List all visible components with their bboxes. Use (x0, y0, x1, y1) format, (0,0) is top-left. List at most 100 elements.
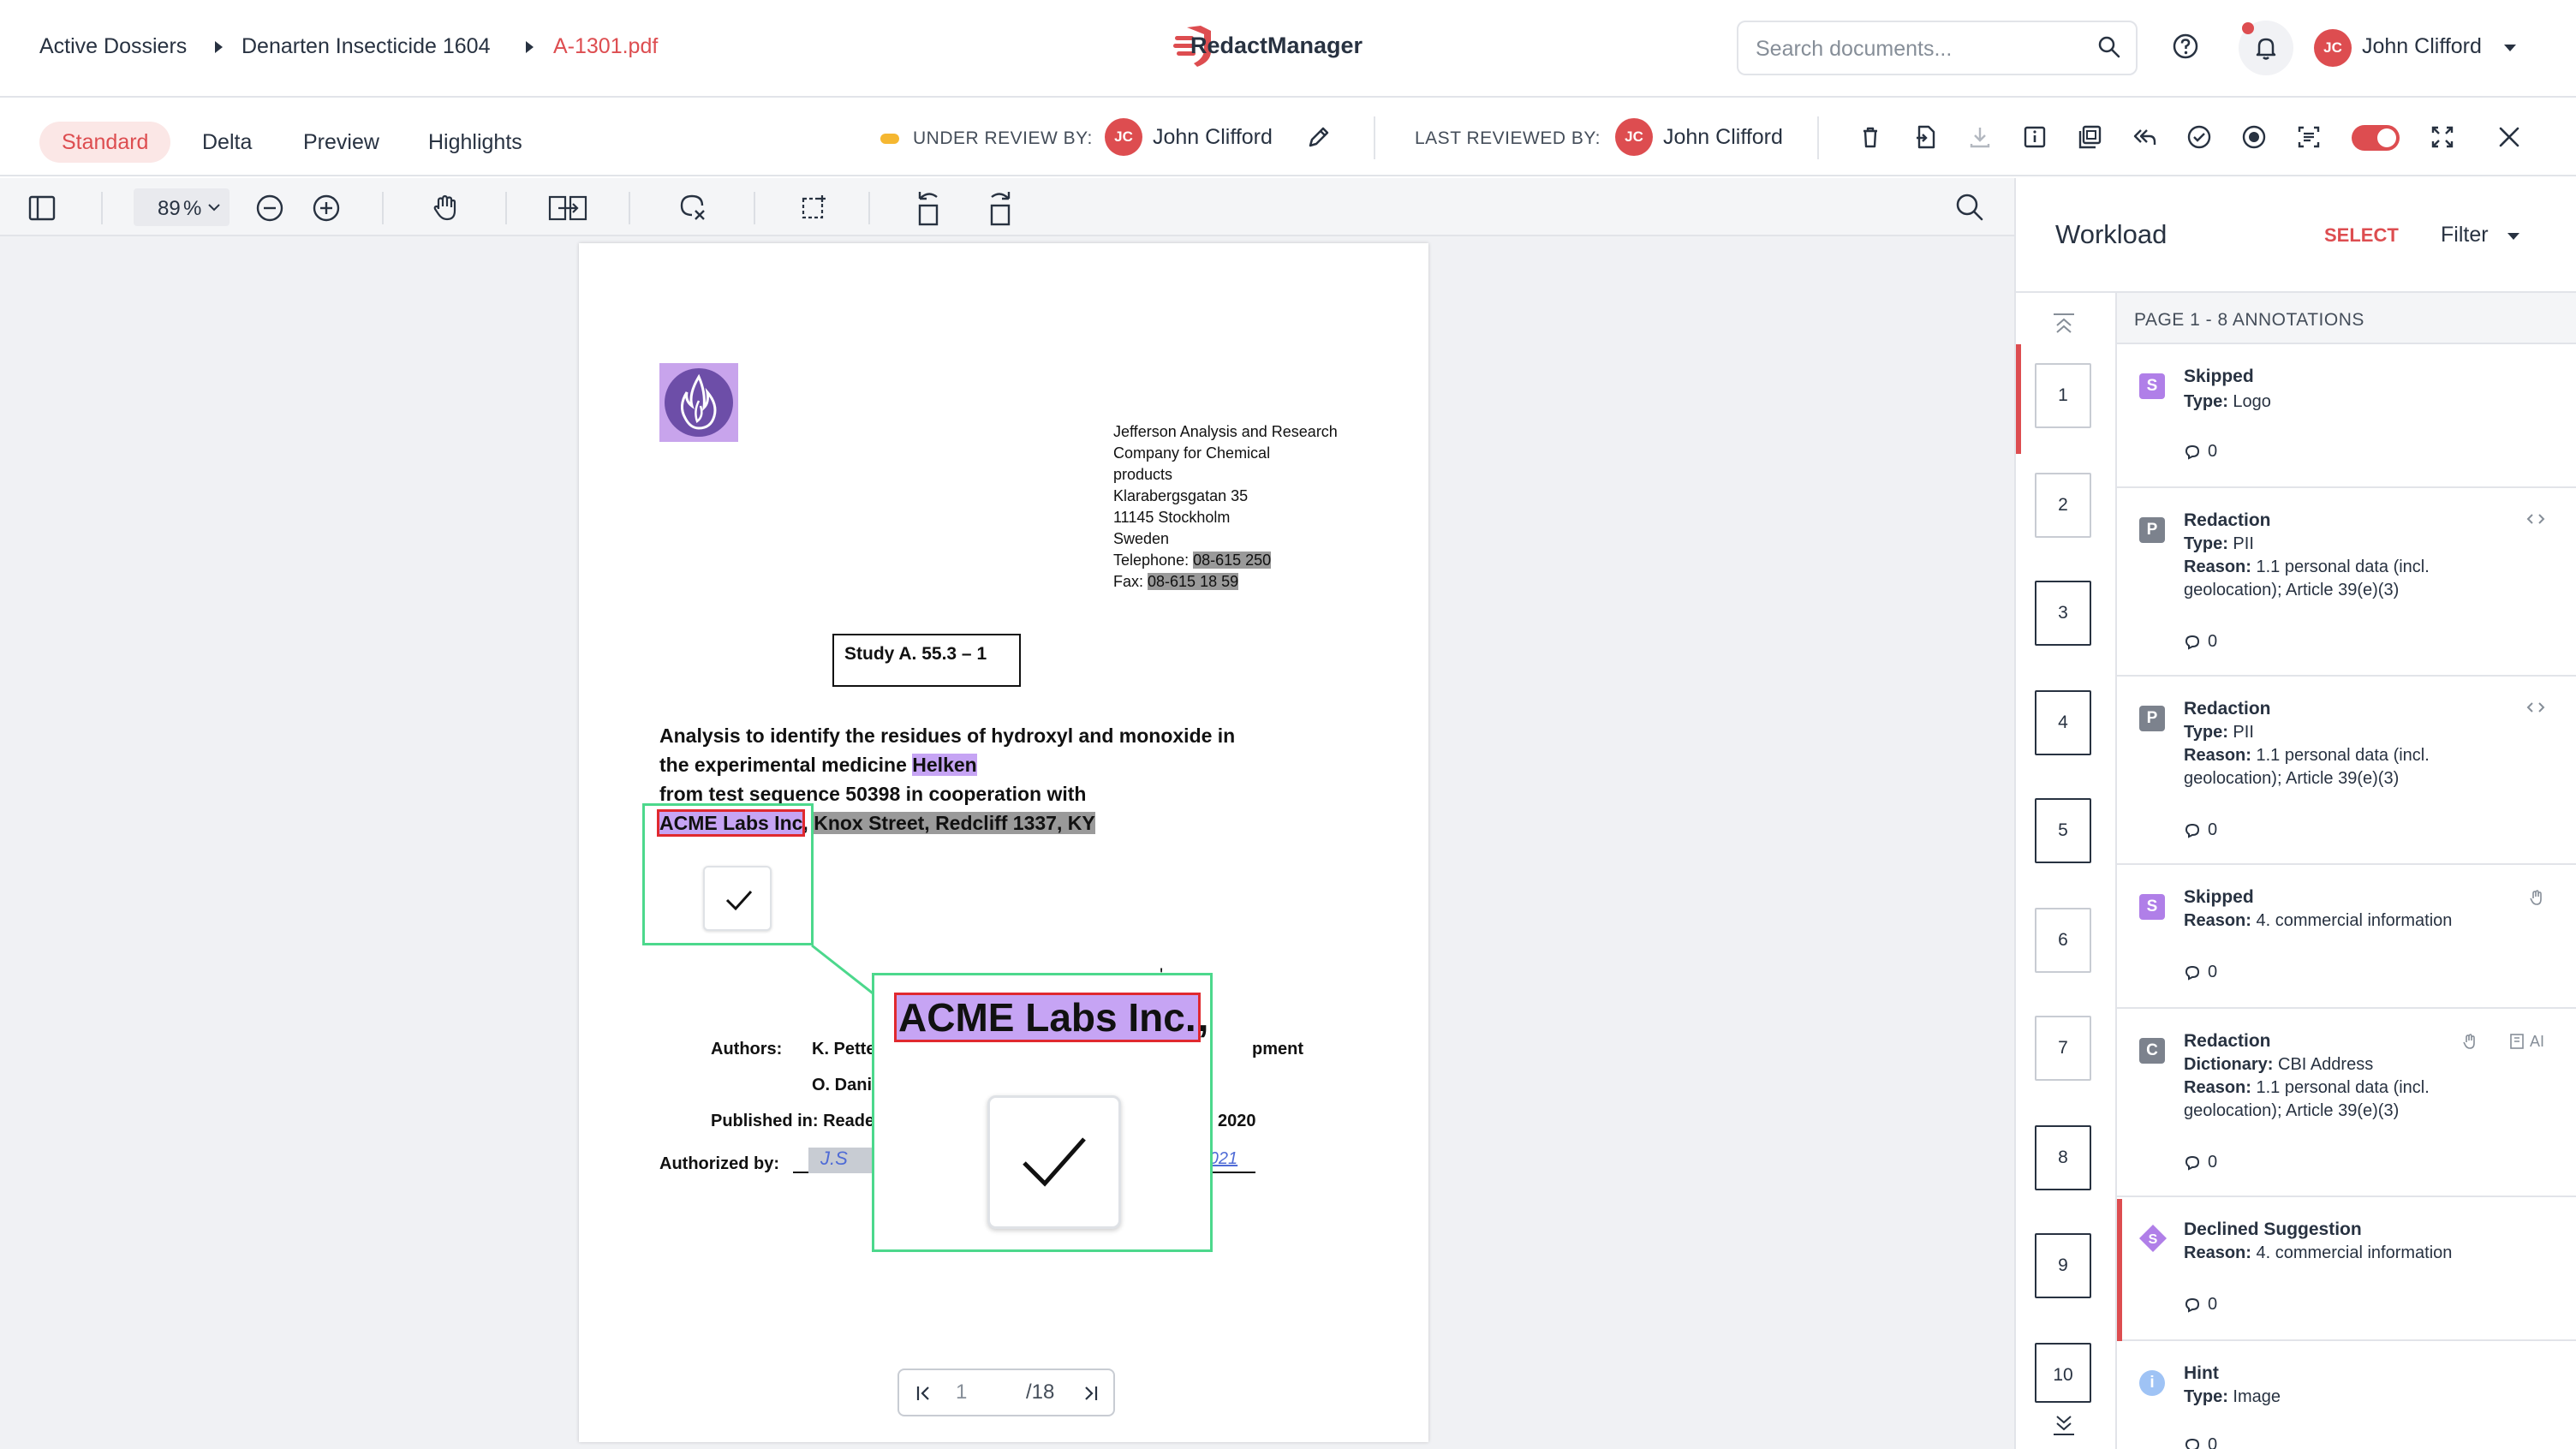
code-icon[interactable] (2526, 701, 2545, 714)
record-icon[interactable] (2240, 123, 2268, 151)
page-thumb-3[interactable]: 3 (2035, 581, 2091, 646)
undo-all-icon[interactable] (2131, 123, 2158, 151)
comment-icon (2185, 965, 2200, 981)
dictionary-icon[interactable] (2509, 1033, 2525, 1050)
page-thumb-2[interactable]: 2 (2035, 473, 2091, 538)
search-input[interactable] (1756, 34, 2081, 63)
fax-redaction[interactable]: 08-615 18 59 (1148, 573, 1239, 590)
breadcrumb-file[interactable]: A-1301.pdf (553, 34, 658, 59)
copy-document-icon[interactable] (2076, 123, 2103, 151)
zoom-in-icon[interactable] (312, 194, 341, 223)
first-page-icon[interactable] (915, 1384, 933, 1403)
hand-icon[interactable] (2528, 889, 2545, 906)
page-thumb-10[interactable]: 10 (2035, 1343, 2091, 1403)
close-icon[interactable] (2496, 123, 2523, 151)
user-avatar[interactable]: JC (2314, 29, 2352, 67)
filter-chevron-icon[interactable] (2507, 233, 2519, 240)
page-thumb-6[interactable]: 6 (2035, 908, 2091, 973)
magnified-company[interactable]: ACME Labs Inc. (894, 993, 1201, 1042)
delete-icon[interactable] (1857, 123, 1884, 151)
hand-icon[interactable] (2461, 1033, 2478, 1050)
tab-highlights[interactable]: Highlights (406, 122, 545, 163)
approve-icon[interactable] (2185, 123, 2213, 151)
accept-annotation-button[interactable] (703, 866, 772, 931)
annotation-list-header: PAGE 1 - 8 ANNOTATIONS (2117, 293, 2576, 344)
scroll-bottom-icon[interactable] (2052, 1413, 2076, 1437)
annotation-item[interactable]: P Redaction Type: PII Reason: 1.1 person… (2117, 490, 2576, 677)
tab-standard[interactable]: Standard (39, 122, 171, 163)
scan-text-icon[interactable] (2295, 123, 2323, 151)
page-thumb-9[interactable]: 9 (2035, 1233, 2091, 1298)
author-2: O. Dani (812, 1076, 873, 1094)
author-1: K. Pette (812, 1040, 876, 1058)
divider (754, 192, 755, 224)
code-icon[interactable] (2526, 512, 2545, 526)
last-page-icon[interactable] (1081, 1384, 1100, 1403)
user-menu-chevron-icon[interactable] (2504, 45, 2516, 51)
sidebar-toggle-icon[interactable] (27, 194, 57, 223)
skipped-badge: S (2139, 373, 2165, 399)
under-review-label: UNDER REVIEW BY: (913, 128, 1093, 148)
edit-reviewer-icon[interactable] (1305, 123, 1333, 151)
comment-count[interactable]: 0 (2184, 442, 2217, 462)
svg-text:S: S (2149, 1232, 2158, 1247)
comment-count[interactable]: 0 (2184, 1435, 2217, 1449)
magnified-accept-button[interactable] (987, 1095, 1121, 1229)
scroll-top-icon[interactable] (2052, 312, 2076, 334)
current-page-input[interactable]: 1 (956, 1380, 967, 1404)
tab-preview[interactable]: Preview (281, 122, 402, 163)
annotation-item[interactable]: P Redaction Type: PII Reason: 1.1 person… (2117, 678, 2576, 865)
zoom-out-icon[interactable] (255, 194, 284, 223)
tab-delta[interactable]: Delta (180, 122, 274, 163)
company-logo[interactable] (659, 363, 738, 442)
rectangle-select-icon[interactable] (800, 194, 829, 223)
page-thumb-4[interactable]: 4 (2035, 690, 2091, 755)
filter-button[interactable]: Filter (2441, 223, 2489, 247)
help-icon[interactable] (2172, 33, 2199, 60)
highlights-toggle[interactable] (2352, 125, 2400, 151)
search-icon[interactable] (2096, 34, 2122, 60)
document-import-icon[interactable] (1911, 123, 1939, 151)
annotation-title: Skipped (2184, 367, 2254, 386)
comment-count[interactable]: 0 (2184, 820, 2217, 840)
annotation-item[interactable]: S Skipped Type: Logo 0 (2117, 346, 2576, 488)
page-thumb-7[interactable]: 7 (2035, 1016, 2091, 1081)
comment-count[interactable]: 0 (2184, 1295, 2217, 1315)
search-area-icon[interactable] (677, 192, 709, 224)
annotation-item[interactable]: C Redaction AI Dictionary: CBI Address R… (2117, 1011, 2576, 1197)
under-reviewer-name[interactable]: John Clifford (1153, 125, 1273, 150)
company-address-redaction[interactable]: Knox Street, Redcliff 1337, KY (814, 812, 1095, 834)
comment-count[interactable]: 0 (2184, 963, 2217, 982)
info-icon[interactable] (2021, 123, 2048, 151)
reviewer-avatar: JC (1105, 118, 1142, 156)
annotation-item[interactable]: i Hint Type: Image 0 (2117, 1343, 2576, 1449)
breadcrumb-separator-icon (215, 41, 223, 53)
medicine-highlight[interactable]: Helken (912, 754, 977, 776)
rotate-right-icon[interactable] (983, 188, 1016, 226)
divider (868, 192, 870, 224)
user-name[interactable]: John Clifford (2362, 34, 2482, 59)
document-search-icon[interactable] (1954, 192, 1985, 223)
annotation-item[interactable]: S Skipped Reason: 4. commercial informat… (2117, 867, 2576, 1009)
breadcrumb-active-dossiers[interactable]: Active Dossiers (39, 34, 187, 59)
breadcrumb-dossier[interactable]: Denarten Insecticide 1604 (242, 34, 490, 59)
last-reviewer-name: John Clifford (1663, 125, 1783, 149)
annotation-item[interactable]: S Declined Suggestion Reason: 4. commerc… (2117, 1199, 2576, 1341)
telephone-label: Telephone: (1113, 552, 1194, 569)
select-button[interactable]: SELECT (2324, 224, 2399, 247)
telephone-redaction[interactable]: 08-615 250 (1193, 552, 1272, 569)
download-icon[interactable] (1966, 123, 1994, 151)
page-thumb-1[interactable]: 1 (2035, 363, 2091, 428)
compare-icon[interactable] (548, 194, 587, 223)
bell-icon (2252, 34, 2280, 62)
page-thumb-8[interactable]: 8 (2035, 1125, 2091, 1190)
pan-hand-icon[interactable] (430, 192, 461, 223)
notifications-button[interactable] (2239, 21, 2293, 75)
rotate-left-icon[interactable] (913, 188, 945, 226)
annotation-title: Redaction (2184, 699, 2271, 719)
comment-count[interactable]: 0 (2184, 1153, 2217, 1172)
fullscreen-icon[interactable] (2429, 123, 2456, 151)
zoom-select[interactable]: 89 % (134, 188, 230, 226)
comment-count[interactable]: 0 (2184, 632, 2217, 652)
page-thumb-5[interactable]: 5 (2035, 798, 2091, 863)
